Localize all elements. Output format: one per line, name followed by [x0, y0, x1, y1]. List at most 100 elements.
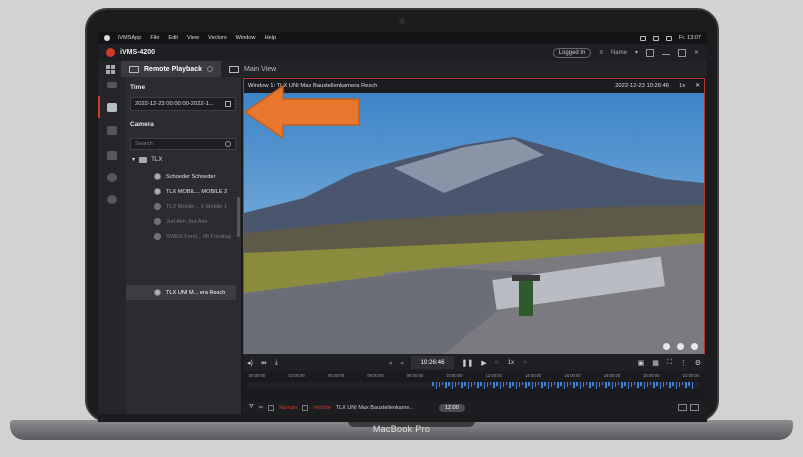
- chevron-down-icon[interactable]: ▾: [132, 156, 135, 163]
- slow-icon[interactable]: «: [495, 359, 499, 366]
- lock-icon[interactable]: [645, 48, 654, 57]
- menubar-clock[interactable]: Fr. 13:07: [679, 35, 701, 41]
- timeline-tick-label: 00:00:00: [249, 373, 266, 378]
- tab-main-view[interactable]: Main View: [221, 61, 284, 77]
- tab-close-icon[interactable]: [206, 66, 213, 72]
- play-icon[interactable]: ▶: [481, 359, 486, 367]
- apple-icon[interactable]: [104, 35, 110, 41]
- menu-icon[interactable]: [107, 82, 117, 88]
- pause-icon[interactable]: ❚❚: [462, 359, 474, 367]
- menu-file[interactable]: File: [150, 35, 159, 41]
- calendar-icon[interactable]: [225, 101, 231, 107]
- camera-item[interactable]: Jod Alm Jod Alm: [154, 218, 207, 225]
- menu-vectors[interactable]: Vectors: [208, 35, 227, 41]
- current-time-display[interactable]: 10:26:46: [411, 356, 454, 369]
- menu-help[interactable]: Help: [265, 35, 277, 41]
- camera-item-label: Jod Alm Jod Alm: [166, 218, 208, 225]
- laptop-screen: iVMSApp File Edit View Vectors Window He…: [98, 32, 707, 414]
- date-range-value: 2022-12-23 00:00:00-2022-1...: [135, 101, 214, 107]
- tree-group-tlx[interactable]: ▾ TLX: [132, 156, 162, 163]
- module-grid-icon[interactable]: [106, 64, 115, 74]
- menu-view[interactable]: View: [187, 35, 199, 41]
- recording-segment: [560, 382, 562, 387]
- zoom-in-button[interactable]: [690, 404, 699, 411]
- vehicle-checkbox[interactable]: [301, 404, 308, 411]
- camera-search-input[interactable]: Search: [130, 138, 236, 150]
- rewind-icon[interactable]: ◂: [400, 359, 404, 367]
- maximize-button[interactable]: [677, 48, 686, 57]
- pin-icon[interactable]: [691, 343, 698, 350]
- minimize-button[interactable]: [661, 50, 670, 55]
- recording-segment: [502, 382, 505, 388]
- recording-segment: [624, 382, 626, 387]
- more-icon[interactable]: ⋮: [680, 359, 687, 367]
- camera-item-label: TLX UNI M... era Resch: [166, 289, 226, 296]
- event-mode-icon[interactable]: [107, 151, 117, 160]
- recording-segment: [477, 382, 479, 388]
- timeline[interactable]: 00:00:00 02:00:00 04:00:00 06:00:00 08:00:00…: [243, 371, 705, 401]
- zoom-out-button[interactable]: [678, 404, 687, 411]
- filter-icon[interactable]: ⛛: [249, 404, 254, 411]
- chevron-down-icon[interactable]: ▾: [635, 49, 638, 56]
- picture-mode-icon[interactable]: [107, 126, 117, 135]
- recording-segment: [505, 382, 508, 386]
- wifi-icon[interactable]: [652, 35, 659, 41]
- recording-segment: [496, 382, 498, 387]
- timeline-cursor-time[interactable]: 12:00: [438, 403, 465, 412]
- tab-remote-playback[interactable]: Remote Playback: [121, 61, 221, 77]
- camera-item[interactable]: Schoeder Schoeder: [154, 173, 215, 180]
- playback-speed[interactable]: 1x: [508, 359, 515, 366]
- list-icon[interactable]: ≡: [599, 50, 603, 56]
- recording-segment: [521, 382, 524, 386]
- smart-mode-icon[interactable]: [107, 195, 117, 204]
- fast-icon[interactable]: »: [523, 359, 527, 366]
- recording-segment: [681, 382, 684, 386]
- recording-segment: [509, 382, 511, 388]
- recording-segment: [573, 382, 575, 388]
- event-filter-bar: ⛛ ✂ Human Vehicle TLX UNI Max Baustellen…: [243, 401, 705, 414]
- recording-segment: [601, 382, 604, 386]
- screenshot-stage: MacBook Pro iVMSApp File Edit View Vecto…: [0, 0, 803, 457]
- battery-icon[interactable]: [639, 35, 646, 41]
- recording-segment: [659, 382, 661, 389]
- record-icon[interactable]: [677, 343, 684, 350]
- camera-item[interactable]: TLX MOBIL... MOBILE 2: [154, 188, 227, 195]
- split-window-icon[interactable]: ▣: [638, 359, 645, 367]
- app-title: iVMS-4200: [120, 49, 156, 56]
- camera-item-selected[interactable]: TLX UNI M... era Resch: [154, 289, 225, 296]
- recording-segment: [563, 382, 565, 389]
- bezel-bottom: [98, 414, 707, 422]
- recording-segment: [470, 382, 473, 388]
- fullscreen-icon[interactable]: ⛶: [667, 359, 672, 367]
- tag-mode-icon[interactable]: [107, 173, 117, 182]
- settings-gear-icon[interactable]: ⚙: [695, 359, 701, 367]
- scissors-icon[interactable]: ✂: [259, 405, 264, 411]
- timeline-track[interactable]: [247, 382, 699, 389]
- search-icon[interactable]: [665, 35, 672, 41]
- camera-item[interactable]: TLX Mobile... X Mobile 1: [154, 203, 227, 210]
- close-window-button[interactable]: ✕: [694, 49, 699, 56]
- recording-segment: [537, 382, 540, 386]
- close-icon[interactable]: ✕: [695, 83, 700, 89]
- clip-icon[interactable]: ⇹: [261, 359, 267, 367]
- menu-edit[interactable]: Edit: [168, 35, 178, 41]
- prev-frame-icon[interactable]: ◂: [388, 359, 392, 367]
- menu-app[interactable]: iVMSApp: [118, 35, 141, 41]
- user-name-dropdown[interactable]: Name: [611, 50, 627, 56]
- menu-window[interactable]: Window: [236, 35, 256, 41]
- search-icon[interactable]: [225, 141, 231, 147]
- logged-in-button[interactable]: Logged In: [552, 47, 592, 58]
- playback-mode-icon[interactable]: [107, 103, 117, 112]
- human-checkbox[interactable]: [268, 404, 275, 411]
- volume-icon[interactable]: ◂): [247, 359, 253, 367]
- recording-segment: [649, 382, 652, 386]
- recording-segment: [678, 382, 681, 388]
- date-range-field[interactable]: 2022-12-23 00:00:00-2022-1...: [130, 97, 236, 111]
- layout-icon[interactable]: ▦: [652, 359, 659, 367]
- camera-item[interactable]: SWEN Forst... lift Forsttag: [154, 233, 231, 240]
- panel-scrollbar[interactable]: [237, 197, 240, 237]
- recording-segment: [688, 382, 690, 387]
- snapshot-icon[interactable]: [663, 343, 670, 350]
- download-icon[interactable]: ⤓: [275, 359, 278, 367]
- monitor-icon: [228, 65, 239, 73]
